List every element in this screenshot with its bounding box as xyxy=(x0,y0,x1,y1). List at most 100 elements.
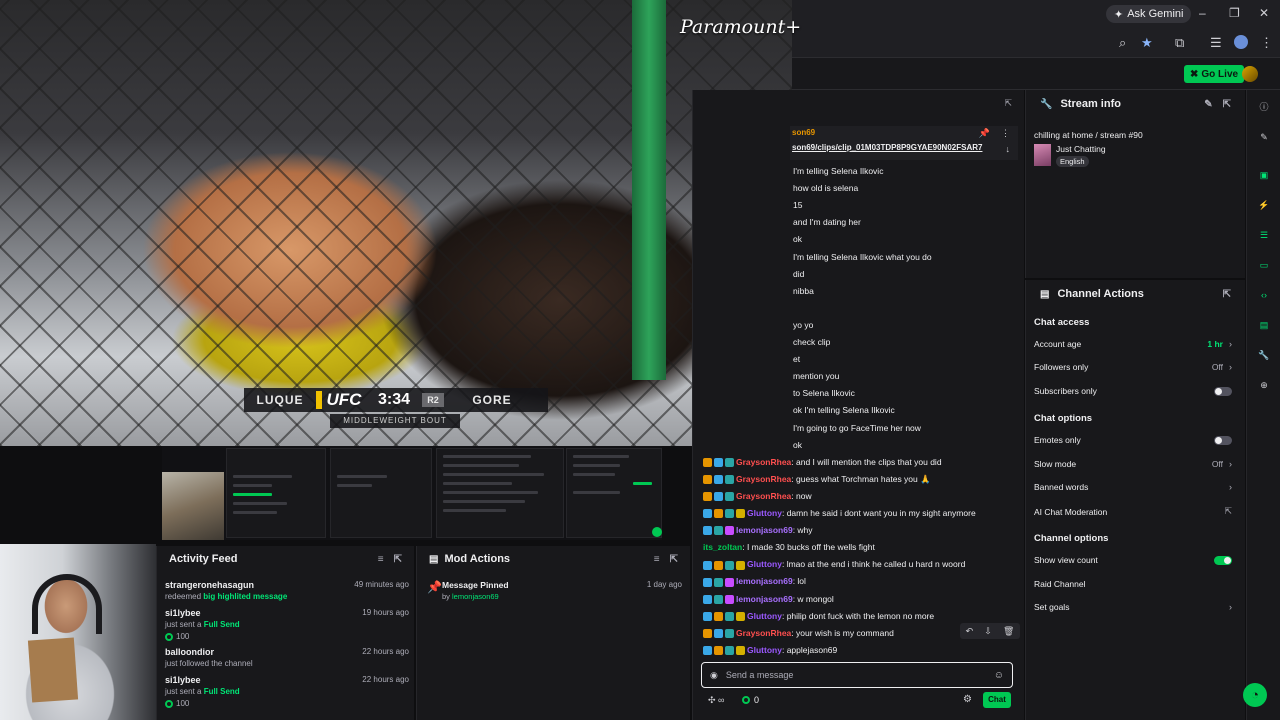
chat-message[interactable]: I'm telling Selena Ilkovic what you do xyxy=(793,252,932,262)
chat-username[interactable]: its_zoltan xyxy=(703,542,742,552)
channel-option-row[interactable]: Followers only Off › xyxy=(1034,362,1232,372)
chat-message[interactable]: did xyxy=(793,269,804,279)
tab-search-icon[interactable]: ☰ xyxy=(1210,35,1222,51)
channel-option-row[interactable]: Account age 1 hr › xyxy=(1034,339,1232,349)
channel-option-row[interactable]: Set goals › xyxy=(1034,602,1232,612)
chat-message[interactable]: its_zoltan: I made 30 bucks off the well… xyxy=(703,542,875,552)
channel-option-row[interactable]: Slow mode Off › xyxy=(1034,459,1232,469)
edit-icon[interactable]: ✎ xyxy=(1204,99,1212,110)
chat-message[interactable]: Gluttony: applejason69 xyxy=(703,645,837,656)
chat-username[interactable]: GraysonRhea xyxy=(736,628,791,638)
go-live-button[interactable]: ✖ Go Live xyxy=(1184,65,1245,83)
lightning-icon[interactable]: ⚡ xyxy=(1257,198,1271,212)
channel-option-row[interactable]: Emotes only xyxy=(1034,435,1232,445)
chat-username[interactable]: GraysonRhea xyxy=(736,474,791,484)
chat-message[interactable]: mention you xyxy=(793,371,839,381)
pinned-link[interactable]: son69/clips/clip_01M03TDP8P9GYAE90N02FSA… xyxy=(792,143,982,152)
delete-icon[interactable]: 🗑 xyxy=(1003,626,1014,637)
chat-bubble-icon[interactable]: ▭ xyxy=(1257,258,1271,272)
chat-username[interactable]: lemonjason69 xyxy=(736,594,793,604)
help-chat-button[interactable]: ◔ xyxy=(1243,683,1267,707)
chat-message[interactable]: ok xyxy=(793,440,802,450)
chat-message[interactable]: Gluttony: damn he said i dont want you i… xyxy=(703,508,976,519)
chat-message[interactable]: Gluttony: lmao at the end i think he cal… xyxy=(703,559,965,570)
activity-feed-item[interactable]: si1lybee 19 hours ago just sent a Full Sen… xyxy=(165,608,409,641)
bookmark-star-icon[interactable]: ★ xyxy=(1141,35,1153,51)
chat-input[interactable] xyxy=(725,670,994,680)
close-icon[interactable]: ✕ xyxy=(1259,6,1269,20)
browser-menu-icon[interactable]: ⋮ xyxy=(1260,35,1273,51)
chat-message[interactable]: lemonjason69: why xyxy=(703,525,813,536)
channel-option-row[interactable]: Banned words › xyxy=(1034,482,1232,492)
pinned-message[interactable]: son69 son69/clips/clip_01M03TDP8P9GYAE90… xyxy=(790,126,1018,160)
zoom-icon[interactable]: ⌕ xyxy=(1119,35,1126,51)
activity-feed-item[interactable]: si1lybee 22 hours ago just sent a Full Sen… xyxy=(165,675,409,708)
toggle-switch[interactable] xyxy=(1214,386,1232,396)
chat-message[interactable]: GraysonRhea: your wish is my command xyxy=(703,628,894,638)
mod-action-item[interactable]: Message Pinned by lemonjason69 xyxy=(442,580,509,601)
toggle-switch[interactable] xyxy=(1214,435,1232,445)
popout-icon[interactable]: ⇱ xyxy=(1223,289,1231,300)
ask-gemini-button[interactable]: ✦ Ask Gemini xyxy=(1106,5,1192,23)
chat-username[interactable]: lemonjason69 xyxy=(736,525,793,535)
info-icon[interactable]: ⓘ xyxy=(1257,100,1271,114)
chat-username[interactable]: GraysonRhea xyxy=(736,491,791,501)
chat-message[interactable]: 15 xyxy=(793,200,802,210)
channel-option-row[interactable]: Show view count xyxy=(1034,555,1232,565)
chat-message[interactable]: GraysonRhea: and I will mention the clip… xyxy=(703,457,942,467)
filter-icon[interactable]: ≡ xyxy=(654,554,660,565)
channel-option-row[interactable]: Raid Channel xyxy=(1034,579,1232,589)
pencil-icon[interactable]: ✎ xyxy=(1257,130,1271,144)
chat-message[interactable]: ok I'm telling Selena Ilkovic xyxy=(793,405,895,415)
list-icon[interactable]: ☰ xyxy=(1257,228,1271,242)
moderation-icon[interactable]: ▤ xyxy=(1257,318,1271,332)
chat-username[interactable]: Gluttony xyxy=(747,611,782,621)
channel-points[interactable]: 0 xyxy=(742,695,759,705)
user-avatar[interactable] xyxy=(1242,66,1258,82)
chat-message[interactable]: nibba xyxy=(793,286,814,296)
add-widget-icon[interactable]: ⊕ xyxy=(1257,378,1271,392)
profile-avatar[interactable] xyxy=(1234,35,1248,49)
restore-icon[interactable]: ❐ xyxy=(1229,6,1240,20)
chat-message[interactable]: lemonjason69: w mongol xyxy=(703,594,834,604)
chat-message[interactable]: et xyxy=(793,354,800,364)
popout-icon[interactable]: ⇱ xyxy=(1223,99,1231,110)
chat-message[interactable]: I'm going to go FaceTime her now xyxy=(793,423,921,433)
popout-icon[interactable]: ⇱ xyxy=(394,554,402,565)
unpin-icon[interactable]: 📌 xyxy=(979,128,990,139)
chat-message[interactable]: lemonjason69: lol xyxy=(703,576,806,587)
pinned-expand-icon[interactable]: ↓ xyxy=(1006,144,1011,154)
chat-username[interactable]: Gluttony xyxy=(747,559,782,569)
reply-icon[interactable]: ↶ xyxy=(966,626,974,637)
chat-message[interactable]: GraysonRhea: now xyxy=(703,491,812,502)
chat-username[interactable]: Gluttony xyxy=(747,508,782,518)
chat-username[interactable]: lemonjason69 xyxy=(736,576,793,586)
chat-username[interactable]: Gluttony xyxy=(747,645,782,655)
filter-icon[interactable]: ≡ xyxy=(378,554,384,565)
stream-video[interactable] xyxy=(0,0,792,446)
chat-message[interactable]: ok xyxy=(793,234,802,244)
activity-feed-item[interactable]: balloondior 22 hours ago just followed the… xyxy=(165,647,409,668)
stream-category[interactable]: Just Chatting xyxy=(1056,144,1106,154)
chat-message[interactable]: to Selena Ilkovic xyxy=(793,388,855,398)
toggle-switch[interactable] xyxy=(1214,555,1232,565)
activity-feed-item[interactable]: strangeronehasagun 49 minutes ago redeemed… xyxy=(165,580,409,601)
tools-icon[interactable]: 🔧 xyxy=(1257,348,1271,362)
chat-message[interactable]: I'm telling Selena Ilkovic xyxy=(793,166,883,176)
extensions-icon[interactable]: ⧉ xyxy=(1175,35,1184,51)
chat-popout-icon[interactable]: ⇱ xyxy=(1004,98,1012,109)
dashboard-icon[interactable]: ▣ xyxy=(1257,168,1271,182)
chat-input-box[interactable]: ◉ ☺ xyxy=(701,662,1013,688)
code-icon[interactable]: ‹› xyxy=(1257,288,1271,302)
chat-settings-icon[interactable]: ⚙ xyxy=(963,694,972,705)
chat-username[interactable]: GraysonRhea xyxy=(736,457,791,467)
popout-icon[interactable]: ⇱ xyxy=(670,554,678,565)
channel-option-row[interactable]: AI Chat Moderation ⇱ xyxy=(1034,506,1232,517)
mod-tools-icon[interactable]: ✣ ∞ xyxy=(708,695,724,706)
minimize-icon[interactable]: – xyxy=(1199,6,1206,20)
pinned-menu-icon[interactable]: ⋮ xyxy=(1001,128,1010,139)
chat-message[interactable]: GraysonRhea: guess what Torchman hates y… xyxy=(703,474,931,485)
chat-message[interactable]: how old is selena xyxy=(793,183,858,193)
chat-message[interactable]: check clip xyxy=(793,337,830,347)
pin-message-icon[interactable]: ⇩ xyxy=(984,626,992,637)
